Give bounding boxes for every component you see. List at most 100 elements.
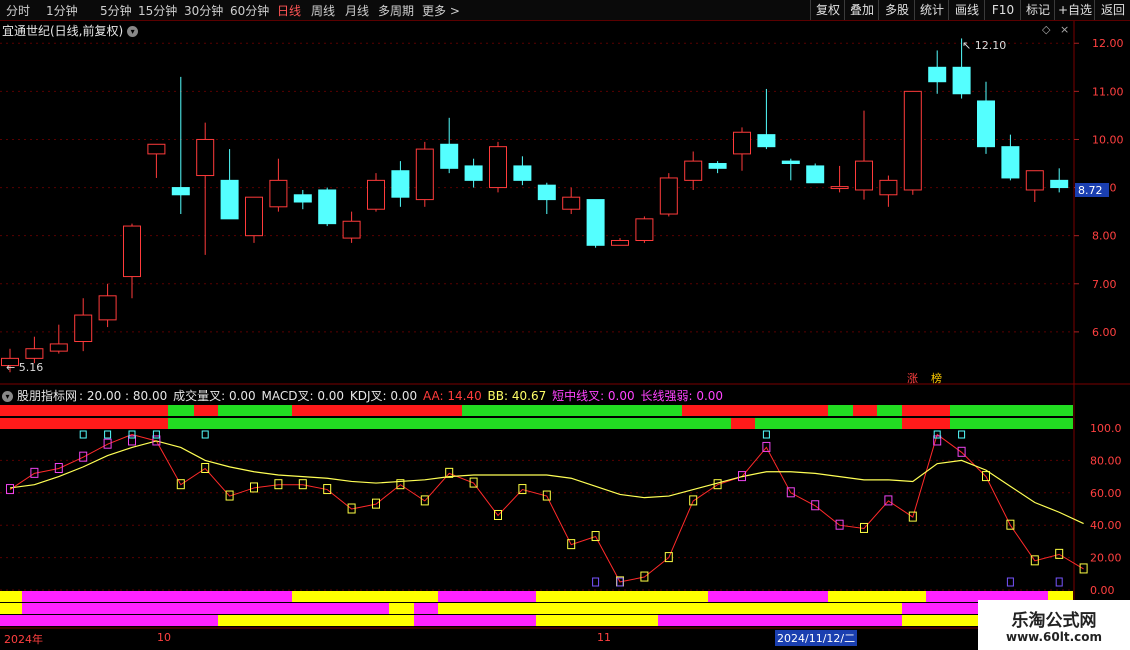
candle-body	[830, 186, 849, 190]
signal-bar-2-segment	[950, 418, 1073, 429]
marker-box	[860, 522, 868, 533]
marker-box	[152, 435, 161, 446]
chart-title[interactable]: 宜通世纪(日线,前复权) ▾	[2, 22, 139, 39]
draw-line-button[interactable]: 画线	[948, 0, 985, 20]
top-marker-box	[104, 430, 112, 439]
short-mid-value: 短中线叉: 0.00	[552, 389, 635, 403]
watermark-url: www.60lt.com	[1005, 630, 1103, 644]
marker-box	[884, 495, 893, 506]
candle-body	[25, 348, 44, 359]
long-strength-value: 长线强弱: 0.00	[640, 389, 724, 403]
marker-box	[982, 471, 990, 482]
bottom-bar-segment	[22, 591, 292, 602]
signal-bar-1-segment	[682, 405, 828, 416]
marker-box	[811, 500, 820, 511]
bb-line	[9, 440, 1084, 525]
top-marker-box	[762, 430, 770, 439]
indicator-tick-label: 0.00	[1090, 584, 1115, 597]
candle-body	[879, 179, 898, 196]
indicator-tick-label: 100.0	[1090, 422, 1122, 435]
bottom-bar-segment	[414, 603, 438, 614]
candle-body	[489, 146, 507, 189]
tab-monthly[interactable]: 月线	[345, 2, 369, 19]
marker-box	[396, 479, 405, 490]
tab-timeshare[interactable]: 分时	[6, 2, 30, 19]
candle-body	[74, 314, 93, 343]
bottom-bar-segment	[658, 615, 902, 626]
indicator-name[interactable]: 股朋指标网	[17, 389, 77, 403]
marker-box	[1055, 548, 1064, 559]
chevron-down-icon[interactable]: ▾	[2, 391, 13, 402]
candle-body	[537, 184, 556, 201]
signal-bar-2-segment	[168, 418, 731, 429]
candle-body	[708, 163, 727, 169]
candle-body	[49, 343, 68, 352]
period-toolbar: 分时 1分钟 5分钟 15分钟 30分钟 60分钟 日线 周线 月线 多周期 更…	[0, 0, 1130, 21]
low-price-label: ← 5.16	[6, 361, 43, 374]
marker-box	[445, 467, 454, 478]
candle-body	[757, 134, 776, 148]
tab-weekly[interactable]: 周线	[311, 2, 335, 19]
top-marker-box	[933, 430, 941, 439]
marker-box	[1030, 555, 1039, 566]
date-label-nov: 11	[597, 631, 611, 644]
tab-multi-period[interactable]: 多周期	[378, 2, 414, 19]
signal-bar-1-segment	[877, 405, 902, 416]
indicator-title-bar: ▾ 股朋指标网: 20.00 : 80.00 成交量叉: 0.00 MACD叉: …	[2, 387, 725, 404]
kdj-cross-value: KDJ叉: 0.00	[349, 389, 418, 403]
marker-box	[420, 495, 429, 506]
indicator-lines	[9, 433, 1084, 583]
tab-30min[interactable]: 30分钟	[184, 2, 223, 19]
marker-box	[1079, 563, 1088, 574]
candle-body	[147, 143, 166, 155]
bottom-bar-segment	[292, 591, 438, 602]
tab-daily[interactable]: 日线	[277, 2, 301, 19]
tab-60min[interactable]: 60分钟	[230, 2, 269, 19]
bb-value: BB: 40.67	[487, 389, 547, 403]
marker-box	[518, 484, 527, 495]
top-marker-box	[201, 430, 209, 439]
tab-5min[interactable]: 5分钟	[100, 2, 132, 19]
bottom-marker-box	[592, 577, 600, 587]
bottom-bar-segment	[902, 615, 978, 626]
price-tick-label: 10.00	[1092, 133, 1124, 146]
add-watchlist-button[interactable]: +自选	[1054, 0, 1095, 20]
restore-rights-button[interactable]: 复权	[810, 0, 845, 20]
overlay-button[interactable]: 叠加	[844, 0, 879, 20]
signal-bar-1-segment	[194, 405, 218, 416]
price-tick-label: 8.00	[1092, 230, 1117, 243]
marker-box	[1006, 519, 1015, 530]
candle-body	[269, 179, 288, 208]
marker-box	[640, 571, 649, 582]
candle-body	[733, 131, 751, 155]
back-button[interactable]: 返回	[1094, 0, 1130, 20]
marker-box	[176, 479, 185, 490]
indicator-tick-label: 40.00	[1090, 519, 1122, 532]
indicator-params: : 20.00 : 80.00	[79, 389, 168, 403]
chevron-down-icon[interactable]: ▾	[127, 26, 139, 37]
bottom-marker-box	[1055, 577, 1063, 587]
marker-box	[274, 479, 283, 490]
candle-body	[684, 160, 703, 181]
marker-box	[762, 441, 771, 452]
f10-button[interactable]: F10	[984, 0, 1021, 20]
signal-bar-1-segment	[950, 405, 1073, 416]
indicator-tick-label: 60.00	[1090, 487, 1122, 500]
marker-box	[250, 482, 258, 493]
multi-stock-button[interactable]: 多股	[878, 0, 915, 20]
candle-body	[293, 194, 312, 203]
diamond-icon: ◇	[1042, 23, 1051, 36]
statistics-button[interactable]: 统计	[914, 0, 949, 20]
tab-15min[interactable]: 15分钟	[138, 2, 177, 19]
candle-body	[1025, 170, 1044, 191]
marker-box	[908, 511, 917, 522]
marker-box	[591, 531, 600, 542]
marker-box	[128, 435, 136, 446]
marker-box	[201, 463, 210, 473]
marker-box	[30, 467, 39, 478]
bottom-bar-segment	[438, 603, 902, 614]
mark-button[interactable]: 标记	[1020, 0, 1055, 20]
tab-more[interactable]: 更多 >	[422, 2, 460, 19]
tab-1min[interactable]: 1分钟	[46, 2, 78, 19]
signal-bar-1-segment	[828, 405, 853, 416]
